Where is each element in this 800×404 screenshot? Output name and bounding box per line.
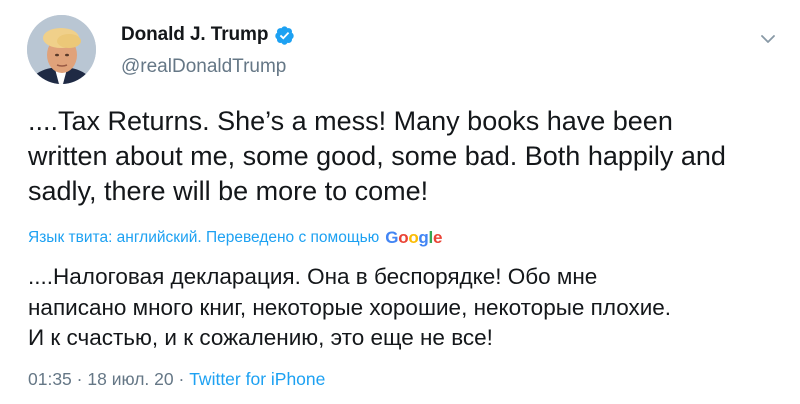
- translated-text: ....Налоговая декларация. Она в беспоряд…: [28, 264, 672, 350]
- avatar[interactable]: [27, 15, 96, 84]
- translation-label[interactable]: Язык твита: английский. Переведено с пом…: [28, 229, 379, 247]
- tweet-card: Donald J. Trump @realDonaldTrump ....Tax…: [0, 0, 800, 404]
- author-display-name[interactable]: Donald J. Trump: [121, 24, 268, 46]
- translation-attribution[interactable]: Язык твита: английский. Переведено с пом…: [28, 228, 442, 248]
- author-handle[interactable]: @realDonaldTrump: [121, 56, 286, 78]
- verified-badge-icon: [274, 25, 295, 46]
- footer-separator: ·: [178, 369, 185, 389]
- tweet-footer: 01:35 · 18 июл. 20 · Twitter for iPhone: [28, 369, 325, 390]
- tweet-time[interactable]: 01:35: [28, 369, 72, 389]
- tweet-source[interactable]: Twitter for iPhone: [189, 369, 325, 389]
- google-logo: Google: [385, 228, 443, 247]
- chevron-down-icon[interactable]: [759, 30, 777, 48]
- author-name-row[interactable]: Donald J. Trump: [121, 22, 295, 48]
- footer-separator: ·: [76, 369, 83, 389]
- tweet-text: ....Tax Returns. She’s a mess! Many book…: [28, 106, 726, 206]
- tweet-date[interactable]: 18 июл. 20: [87, 369, 173, 389]
